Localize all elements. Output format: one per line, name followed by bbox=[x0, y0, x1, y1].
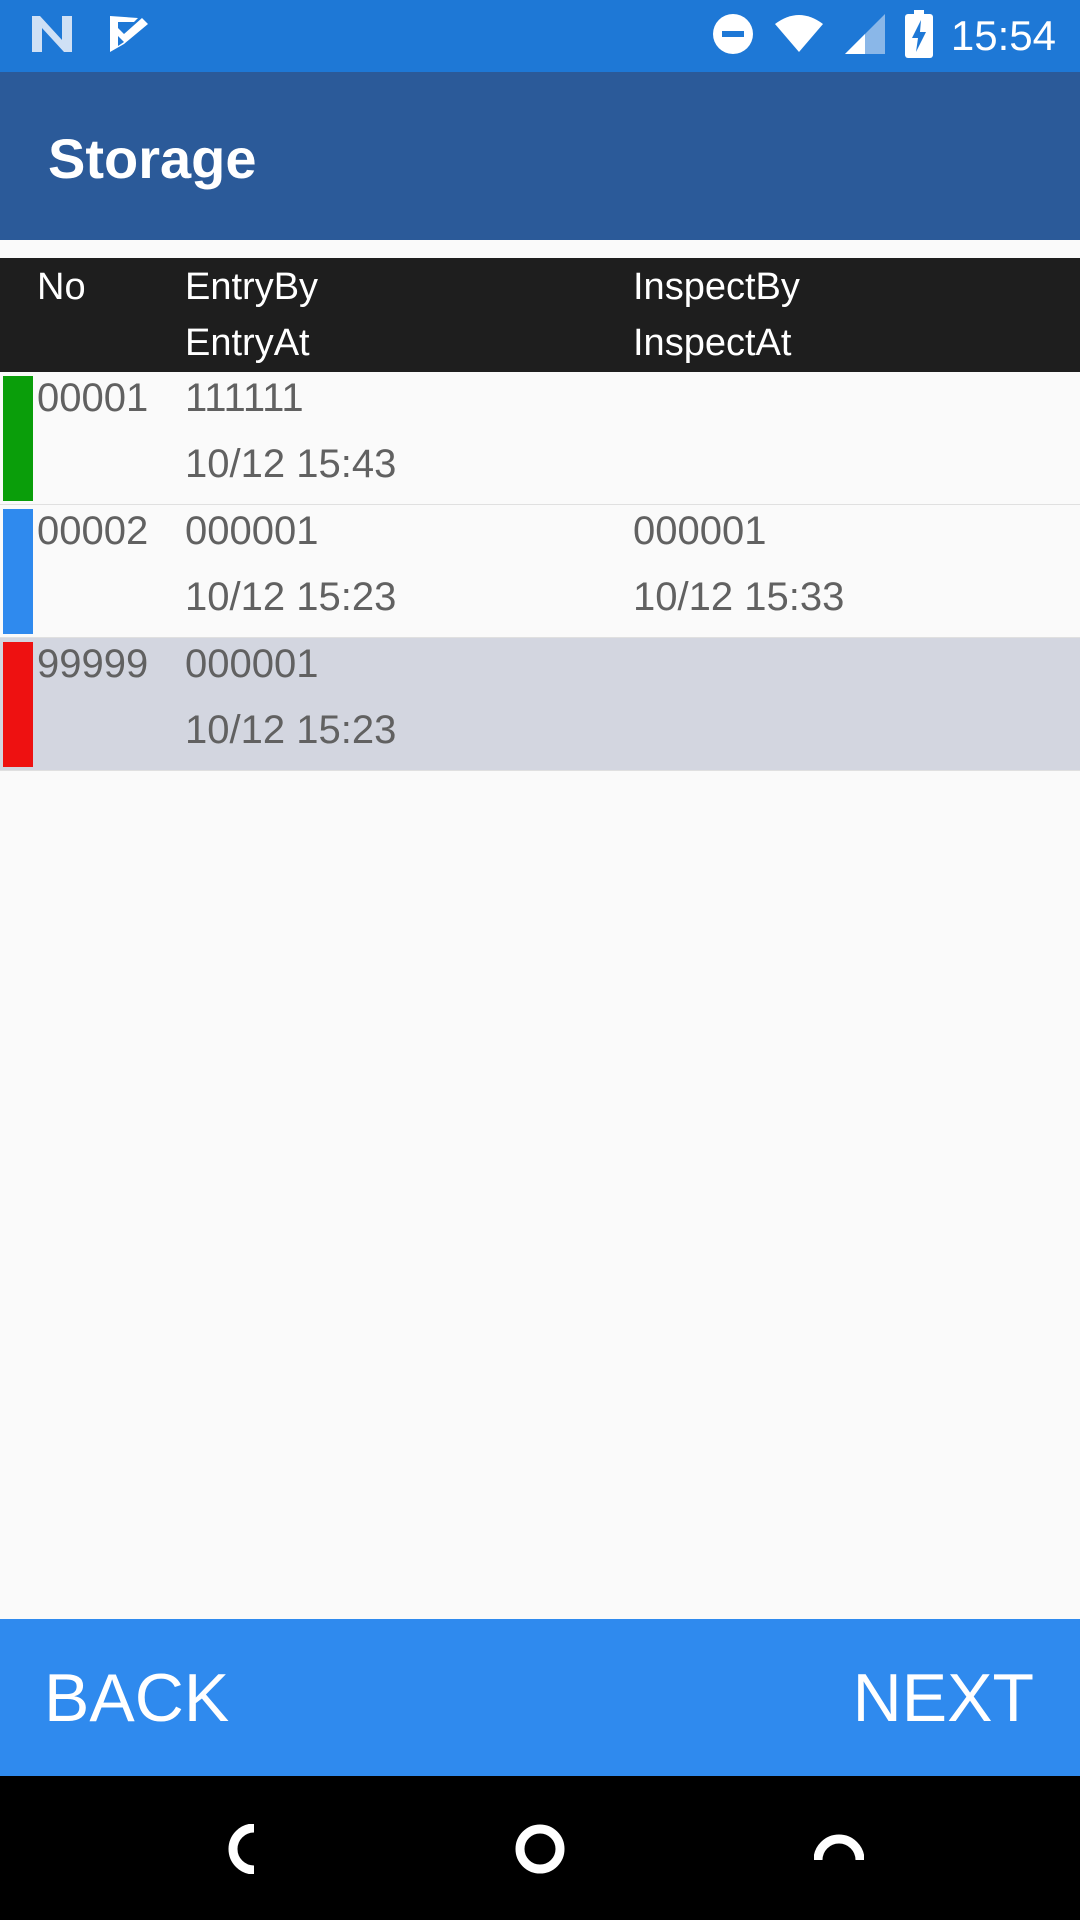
status-indicator bbox=[3, 642, 33, 767]
status-bar: 15:54 bbox=[0, 0, 1080, 72]
cell-entry-by: 000001 bbox=[185, 642, 319, 686]
cell-entry-at: 10/12 15:43 bbox=[185, 442, 397, 486]
cell-inspect-at: 10/12 15:33 bbox=[633, 575, 845, 619]
back-button[interactable]: BACK bbox=[44, 1659, 229, 1737]
status-indicator bbox=[3, 376, 33, 501]
cell-entry-by: 111111 bbox=[185, 376, 304, 420]
table-row[interactable]: 00002 000001 10/12 15:23 000001 10/12 15… bbox=[0, 505, 1080, 638]
bottom-action-bar: BACK NEXT bbox=[0, 1619, 1080, 1776]
n-logo-icon bbox=[30, 14, 74, 59]
status-time: 15:54 bbox=[950, 12, 1056, 59]
header-entry-by: EntryBy bbox=[185, 266, 319, 308]
back-nav-icon[interactable] bbox=[224, 1823, 274, 1875]
next-button[interactable]: NEXT bbox=[853, 1659, 1034, 1737]
cell-inspect-by: 000001 bbox=[633, 509, 767, 553]
cell-entry-at: 10/12 15:23 bbox=[185, 575, 397, 619]
app-bar: Storage bbox=[0, 72, 1080, 240]
wifi-icon bbox=[773, 14, 825, 59]
table-row[interactable]: 99999 000001 10/12 15:23 bbox=[0, 638, 1080, 771]
system-nav-bar bbox=[0, 1776, 1080, 1920]
home-nav-icon[interactable] bbox=[515, 1824, 565, 1874]
cell-no: 00002 bbox=[37, 509, 149, 553]
table-row[interactable]: 00001 111111 10/12 15:43 bbox=[0, 372, 1080, 505]
recents-nav-icon[interactable] bbox=[813, 1824, 865, 1874]
header-inspect-by: InspectBy bbox=[633, 266, 800, 308]
page-title: Storage bbox=[48, 127, 257, 190]
header-entry-at: EntryAt bbox=[185, 322, 310, 364]
table-body: 00001 111111 10/12 15:43 00002 000001 10… bbox=[0, 372, 1080, 771]
checklist-icon bbox=[108, 14, 150, 59]
cell-no: 00001 bbox=[37, 376, 149, 420]
header-inspect-at: InspectAt bbox=[633, 322, 792, 364]
header-no: No bbox=[37, 266, 86, 308]
cell-entry-by: 000001 bbox=[185, 509, 319, 553]
cell-signal-icon bbox=[843, 12, 887, 61]
cell-entry-at: 10/12 15:23 bbox=[185, 708, 397, 752]
do-not-disturb-icon bbox=[711, 12, 755, 61]
table-header: No EntryBy EntryAt InspectBy InspectAt bbox=[0, 258, 1080, 372]
cell-no: 99999 bbox=[37, 642, 149, 686]
status-indicator bbox=[3, 509, 33, 634]
battery-charging-icon bbox=[904, 9, 933, 63]
